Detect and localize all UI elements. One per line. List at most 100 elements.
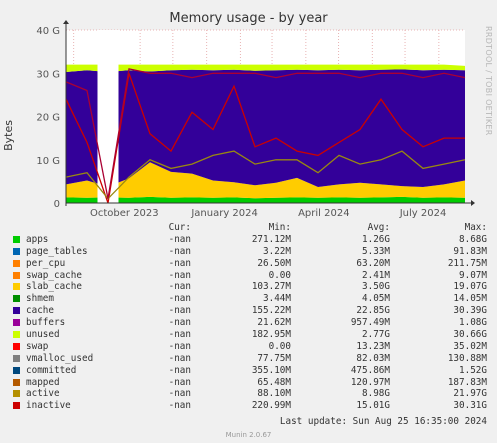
legend-header-max: Max: xyxy=(464,222,487,233)
x-tick-label: July 2024 xyxy=(399,208,447,219)
legend-avg: 120.97M xyxy=(350,376,390,388)
chart-svg: 0 10 G 20 G 30 G 40 G October 2023 January 202… xyxy=(36,20,475,219)
x-tick-label: April 2024 xyxy=(298,208,349,219)
legend-row-inactive: inactive -nan 220.99M 15.01G 30.31G xyxy=(12,400,487,412)
legend-row-page-tables: page_tables -nan 3.22M 5.33M 91.83M xyxy=(12,246,487,258)
y-tick-label: 0 xyxy=(54,199,60,210)
legend-row-mapped: mapped -nan 65.48M 120.97M 187.83M xyxy=(12,377,487,389)
legend-swatch xyxy=(13,366,20,374)
legend-cur: -nan xyxy=(168,233,191,245)
legend-min: 26.50M xyxy=(257,257,291,269)
legend-max: 211.75M xyxy=(447,257,487,269)
x-tick-label: January 2024 xyxy=(190,208,258,219)
legend-avg: 2.41M xyxy=(362,269,390,281)
legend-cur: -nan xyxy=(168,364,191,376)
legend-cur: -nan xyxy=(168,293,191,305)
legend-swatch xyxy=(13,342,20,350)
legend-min: 3.22M xyxy=(263,245,291,257)
legend-row-cache: cache -nan 155.22M 22.85G 30.39G xyxy=(12,305,487,317)
data-gap xyxy=(97,30,119,203)
legend-cur: -nan xyxy=(168,400,191,412)
legend: Cur: Min: Avg: Max: apps -nan 271.12M 1.26G… xyxy=(12,222,487,412)
legend-max: 1.52G xyxy=(459,364,487,376)
legend-cur: -nan xyxy=(168,269,191,281)
legend-name: buffers xyxy=(26,317,66,329)
legend-cur: -nan xyxy=(168,388,191,400)
munin-version: Munin 2.0.67 xyxy=(225,431,272,439)
legend-header-min: Min: xyxy=(268,222,291,233)
legend-max: 14.05M xyxy=(453,293,487,305)
x-axis-arrow xyxy=(471,200,475,206)
legend-name: per_cpu xyxy=(26,257,66,269)
legend-cur: -nan xyxy=(168,281,191,293)
legend-name: apps xyxy=(26,233,49,245)
last-update: Last update: Sun Aug 25 16:35:00 2024 xyxy=(279,416,487,427)
legend-name: slab_cache xyxy=(26,281,82,293)
legend-max: 30.39G xyxy=(453,305,487,317)
legend-min: 271.12M xyxy=(251,233,291,245)
legend-name: inactive xyxy=(26,400,71,412)
legend-avg: 957.49M xyxy=(350,317,390,329)
legend-swatch xyxy=(13,247,20,255)
legend-min: 0.00 xyxy=(268,340,291,352)
legend-name: page_tables xyxy=(26,245,88,257)
legend-avg: 475.86M xyxy=(350,364,390,376)
legend-avg: 63.20M xyxy=(356,257,390,269)
x-tick-label: October 2023 xyxy=(90,208,159,219)
legend-cur: -nan xyxy=(168,340,191,352)
legend-min: 77.75M xyxy=(257,352,291,364)
legend-swatch xyxy=(13,235,20,243)
legend-header-row: Cur: Min: Avg: Max: xyxy=(12,222,487,234)
legend-max: 8.68G xyxy=(459,233,487,245)
legend-row-per-cpu: per_cpu -nan 26.50M 63.20M 211.75M xyxy=(12,258,487,270)
legend-max: 187.83M xyxy=(447,376,487,388)
legend-min: 220.99M xyxy=(251,400,291,412)
legend-swatch xyxy=(13,378,20,386)
legend-min: 103.27M xyxy=(251,281,291,293)
legend-header-cur: Cur: xyxy=(168,222,191,233)
legend-row-buffers: buffers -nan 21.62M 957.49M 1.08G xyxy=(12,317,487,329)
legend-row-active: active -nan 88.10M 8.98G 21.97G xyxy=(12,388,487,400)
legend-name: swap_cache xyxy=(26,269,82,281)
legend-min: 182.95M xyxy=(251,329,291,341)
legend-max: 19.07G xyxy=(453,281,487,293)
legend-cur: -nan xyxy=(168,329,191,341)
legend-row-apps: apps -nan 271.12M 1.26G 8.68G xyxy=(12,234,487,246)
legend-swatch xyxy=(13,271,20,279)
legend-swatch xyxy=(13,307,20,315)
legend-min: 0.00 xyxy=(268,269,291,281)
legend-name: shmem xyxy=(26,293,54,305)
legend-rows: apps -nan 271.12M 1.26G 8.68G page_tables -nan… xyxy=(12,234,487,412)
legend-avg: 8.98G xyxy=(362,388,390,400)
legend-avg: 13.23M xyxy=(356,340,390,352)
y-tick-label: 40 G xyxy=(36,26,60,37)
legend-row-slab-cache: slab_cache -nan 103.27M 3.50G 19.07G xyxy=(12,281,487,293)
legend-min: 65.48M xyxy=(257,376,291,388)
legend-min: 88.10M xyxy=(257,388,291,400)
legend-swatch xyxy=(13,402,20,410)
legend-max: 21.97G xyxy=(453,388,487,400)
legend-avg: 3.50G xyxy=(362,281,390,293)
legend-avg: 15.01G xyxy=(356,400,390,412)
legend-row-vmalloc-used: vmalloc_used -nan 77.75M 82.03M 130.88M xyxy=(12,353,487,365)
legend-swatch xyxy=(13,259,20,267)
legend-swatch xyxy=(13,319,20,327)
legend-row-swap: swap -nan 0.00 13.23M 35.02M xyxy=(12,341,487,353)
legend-name: mapped xyxy=(26,376,60,388)
legend-swatch xyxy=(13,331,20,339)
legend-max: 30.31G xyxy=(453,400,487,412)
legend-max: 30.66G xyxy=(453,329,487,341)
y-axis-arrow xyxy=(63,20,69,24)
legend-max: 91.83M xyxy=(453,245,487,257)
legend-name: cache xyxy=(26,305,54,317)
legend-row-unused: unused -nan 182.95M 2.77G 30.66G xyxy=(12,329,487,341)
legend-name: committed xyxy=(26,364,77,376)
legend-max: 1.08G xyxy=(459,317,487,329)
legend-header-avg: Avg: xyxy=(367,222,390,233)
legend-max: 9.07M xyxy=(459,269,487,281)
legend-swatch xyxy=(13,283,20,291)
legend-cur: -nan xyxy=(168,257,191,269)
y-tick-label: 10 G xyxy=(36,156,60,167)
legend-min: 355.10M xyxy=(251,364,291,376)
legend-cur: -nan xyxy=(168,245,191,257)
